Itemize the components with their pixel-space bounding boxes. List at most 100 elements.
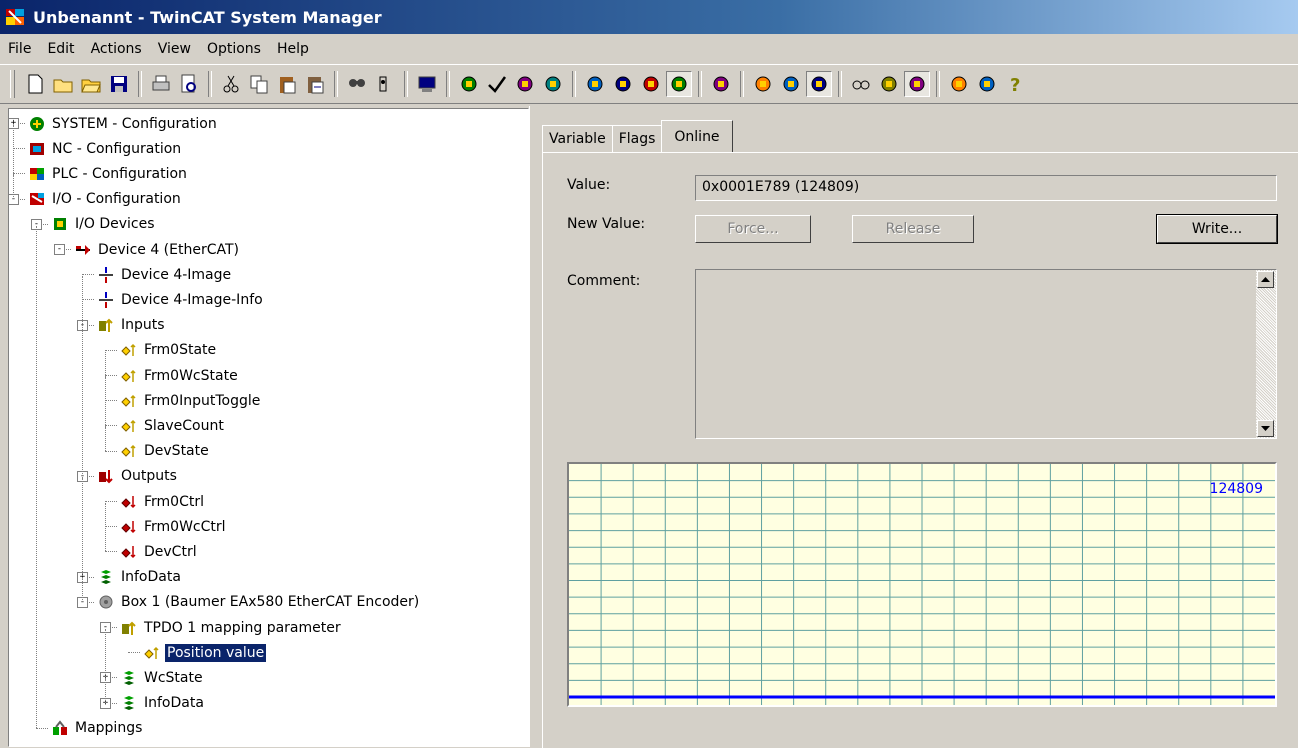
paste-icon	[280, 77, 296, 94]
tree-item-label: SlaveCount	[144, 417, 224, 434]
menu-bar: File Edit Actions View Options Help	[0, 34, 1298, 64]
release-button[interactable]: Release	[852, 215, 974, 243]
toolbar-grip[interactable]	[10, 70, 15, 98]
paste-with-links-button[interactable]	[302, 71, 328, 97]
save-button[interactable]	[106, 71, 132, 97]
menu-options[interactable]: Options	[199, 41, 269, 57]
title-bar[interactable]: Unbenannt - TwinCAT System Manager	[0, 0, 1298, 34]
open-folder-button[interactable]	[78, 71, 104, 97]
restart-config-mode-button[interactable]	[582, 71, 608, 97]
tab-online[interactable]: Online	[661, 120, 733, 152]
tree-connector	[105, 450, 117, 452]
find-button[interactable]	[344, 71, 370, 97]
tree-item-label: Device 4 (EtherCAT)	[98, 241, 240, 258]
menu-edit[interactable]: Edit	[39, 41, 82, 57]
autoscroll-button[interactable]	[778, 71, 804, 97]
tab-variable[interactable]: Variable	[542, 125, 613, 152]
tree-connector	[13, 148, 25, 150]
scan-devices-button[interactable]	[638, 71, 664, 97]
write-button[interactable]: Write...	[1156, 214, 1278, 244]
comment-scrollbar[interactable]	[1256, 270, 1276, 438]
connect-button[interactable]	[876, 71, 902, 97]
image-icon	[96, 290, 116, 310]
toolbar-separator	[740, 71, 744, 97]
help-book-button[interactable]	[946, 71, 972, 97]
io-icon	[27, 189, 47, 209]
output-var-icon	[119, 492, 139, 512]
open-icon	[53, 79, 73, 93]
reload-devices-button[interactable]	[610, 71, 636, 97]
force-button[interactable]: Force...	[695, 215, 811, 243]
tree-connector	[105, 526, 117, 528]
tree-item-label: Inputs	[121, 317, 165, 334]
show-online-value-button[interactable]	[806, 71, 832, 97]
tree-item-label: Mappings	[75, 720, 143, 737]
tree-connector	[36, 727, 48, 729]
chart-value-label: 124809	[1209, 481, 1263, 497]
toggle-free-run-button[interactable]	[666, 71, 692, 97]
mappings-icon	[50, 718, 70, 738]
image-icon	[96, 265, 116, 285]
show-online-data-icon	[713, 76, 729, 92]
new-button[interactable]	[22, 71, 48, 97]
io-scan-button[interactable]	[904, 71, 930, 97]
tree-item-label: Frm0State	[144, 342, 217, 359]
inputs-icon	[96, 315, 116, 335]
generate-mappings-button[interactable]	[456, 71, 482, 97]
info-icon	[979, 76, 995, 92]
tab-flags[interactable]: Flags	[611, 125, 663, 152]
toolbar-separator	[404, 71, 408, 97]
find-icon	[349, 79, 365, 87]
tree-item-label: I/O Devices	[75, 216, 155, 233]
input-var-icon	[119, 416, 139, 436]
show-online-data-button[interactable]	[708, 71, 734, 97]
copy-button[interactable]	[246, 71, 272, 97]
scroll-down-button[interactable]	[1257, 420, 1274, 437]
menu-file[interactable]: File	[0, 41, 39, 57]
menu-actions[interactable]: Actions	[83, 41, 150, 57]
toolbar-separator	[698, 71, 702, 97]
tree-item-label: Frm0WcState	[144, 367, 238, 384]
toolbar-separator	[936, 71, 940, 97]
show-sub-items-button[interactable]	[750, 71, 776, 97]
activate-configuration-button[interactable]	[512, 71, 538, 97]
plc-icon	[27, 164, 47, 184]
restart-tc-system-button[interactable]	[540, 71, 566, 97]
inputs-icon	[119, 618, 139, 638]
check-configuration-icon	[488, 76, 507, 93]
collapse-icon[interactable]: -	[54, 244, 65, 255]
menu-help[interactable]: Help	[269, 41, 317, 57]
menu-view[interactable]: View	[150, 41, 199, 57]
tree-item-label: Frm0InputToggle	[144, 392, 261, 409]
cut-button[interactable]	[218, 71, 244, 97]
tree-connector	[105, 501, 117, 502]
pane-splitter[interactable]	[529, 106, 542, 747]
tree-connector	[128, 652, 140, 654]
ethercat-device-icon	[73, 240, 93, 260]
tree-item-label: Box 1 (Baumer EAx580 EtherCAT Encoder)	[121, 594, 420, 611]
check-configuration-button[interactable]	[484, 71, 510, 97]
comment-label: Comment:	[567, 273, 641, 289]
configuration-tree[interactable]: + SYSTEM - Configuration NC - Configuratio…	[8, 108, 529, 747]
tree-connector	[105, 349, 117, 351]
activate-configuration-icon	[517, 76, 533, 92]
paste-button[interactable]	[274, 71, 300, 97]
comment-field[interactable]	[695, 269, 1277, 439]
print-preview-button[interactable]	[176, 71, 202, 97]
find-next-button[interactable]	[372, 71, 398, 97]
copy-icon	[250, 75, 268, 94]
tree-item-label: Frm0Ctrl	[144, 493, 204, 510]
tree-item-label: TPDO 1 mapping parameter	[144, 619, 341, 636]
info-button[interactable]	[974, 71, 1000, 97]
new-icon	[28, 74, 43, 94]
open-button[interactable]	[50, 71, 76, 97]
open-folder-icon	[81, 79, 101, 93]
scroll-up-button[interactable]	[1257, 271, 1274, 288]
window-title: Unbenannt - TwinCAT System Manager	[33, 7, 382, 27]
help-button[interactable]: ?	[1002, 71, 1028, 97]
goggles-button[interactable]	[848, 71, 874, 97]
print-button[interactable]	[148, 71, 174, 97]
choose-target-button[interactable]	[414, 71, 440, 97]
value-label: Value:	[567, 177, 611, 193]
tree-item-label: DevCtrl	[144, 543, 197, 560]
